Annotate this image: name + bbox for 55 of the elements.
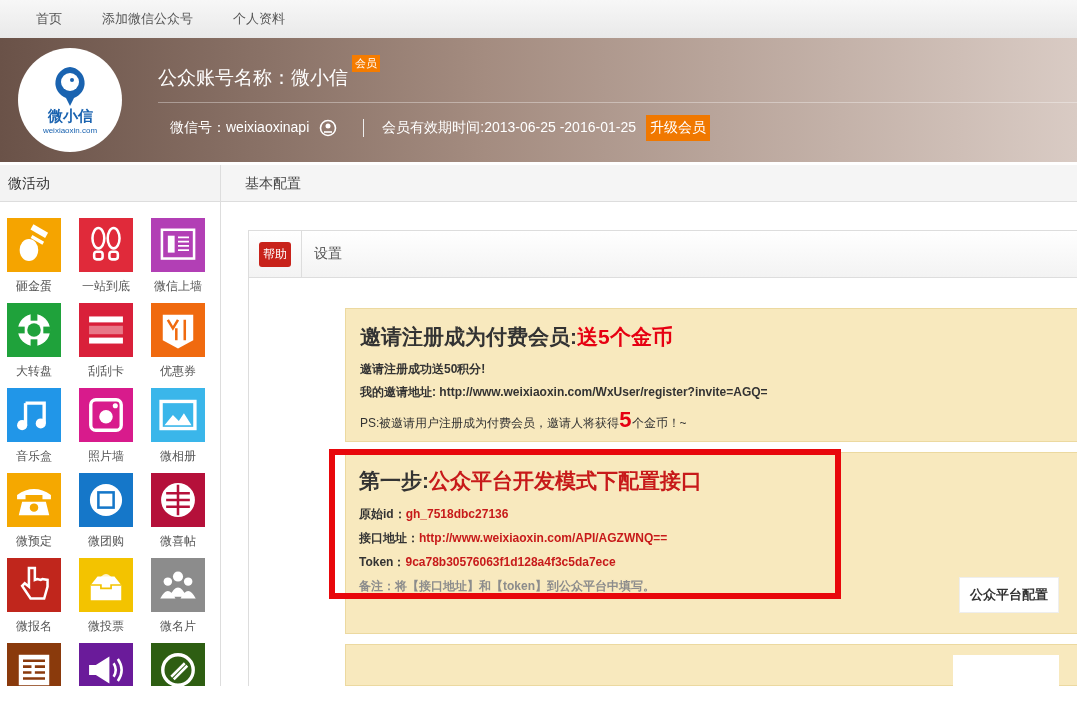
membership-validity: 会员有效期时间:2013-06-25 -2016-01-25	[382, 119, 636, 137]
tile-label: 音乐盒	[16, 448, 52, 465]
tile-label: 微相册	[160, 448, 196, 465]
activity-tile[interactable]: 微名片	[151, 558, 205, 641]
activity-tile[interactable]: 微信上墙	[151, 218, 205, 301]
chat-pin-icon	[52, 65, 88, 107]
tile-label: 微团购	[88, 533, 124, 550]
activity-tile[interactable]: 微相册	[151, 388, 205, 471]
account-name: 公众账号名称：微小信	[158, 66, 348, 90]
tile-label: 砸金蛋	[16, 278, 52, 295]
invite-reward-text: 邀请注册成功送50积分!	[360, 361, 487, 378]
tile-label: 优惠券	[160, 363, 196, 380]
user-icon[interactable]	[319, 119, 338, 137]
tile-label: 微报名	[16, 618, 52, 635]
tile-label: 一站到底	[82, 278, 130, 295]
tile-label: 微投票	[88, 618, 124, 635]
activity-tile[interactable]: 大转盘	[7, 303, 61, 386]
tile-label: 微喜帖	[160, 533, 196, 550]
activity-tile[interactable]: 微预定	[7, 473, 61, 556]
tile-label: 照片墙	[88, 448, 124, 465]
member-badge: 会员	[352, 55, 380, 72]
invite-note: PS:被邀请用户注册成为付费会员，邀请人将获得5个金币！~	[360, 407, 688, 433]
tile-label: 大转盘	[16, 363, 52, 380]
help-badge: 帮助	[259, 241, 291, 267]
activity-tile[interactable]: 微喜帖	[151, 473, 205, 556]
nav-link[interactable]: 个人资料	[233, 10, 285, 28]
settings-tab[interactable]: 设置	[302, 245, 342, 263]
tile-label: 微名片	[160, 618, 196, 635]
logo-text: 微小信	[47, 107, 93, 126]
platform-config-button[interactable]: 公众平台配置	[959, 577, 1059, 613]
logo-domain: weixiaoxin.com	[42, 126, 98, 135]
activity-tile[interactable]: 优惠券	[151, 303, 205, 386]
config-field: Token：9ca78b30576063f1d128a4f3c5da7ece	[359, 554, 835, 571]
nav-link[interactable]: 添加微信公众号	[102, 10, 193, 28]
step-title: 第一步:公众平台开发模式下配置接口	[359, 468, 703, 494]
config-field: 接口地址：http://www.weixiaoxin.com/API/AGZWNQ==	[359, 530, 835, 547]
page-title: 基本配置	[221, 165, 1077, 202]
config-field: 原始id：gh_7518dbc27136	[359, 506, 835, 523]
activity-tile[interactable]: 微投票	[79, 558, 133, 641]
invite-title: 邀请注册成为付费会员:送5个金币	[360, 324, 674, 350]
tile-label: 微预定	[16, 533, 52, 550]
invite-address: 我的邀请地址: http://www.weixiaoxin.com/WxUser/register?invite=AGQ=	[360, 384, 769, 401]
activity-tile[interactable]: 微团购	[79, 473, 133, 556]
activity-tile[interactable]: 微报名	[7, 558, 61, 641]
activity-tile[interactable]: 一站到底	[79, 218, 133, 301]
activity-tile[interactable]: 刮刮卡	[79, 303, 133, 386]
sidebar-title: 微活动	[0, 165, 220, 202]
activity-tile[interactable]: 音乐盒	[7, 388, 61, 471]
nav-link[interactable]: 首页	[36, 10, 62, 28]
config-note: 备注：将【接口地址】和【token】到公众平台中填写。	[359, 578, 656, 595]
wechat-id: 微信号：weixiaoxinapi	[170, 119, 310, 137]
activity-tile[interactable]: 砸金蛋	[7, 218, 61, 301]
activity-tile[interactable]: 照片墙	[79, 388, 133, 471]
tile-label: 微信上墙	[154, 278, 202, 295]
tile-label: 刮刮卡	[88, 363, 124, 380]
